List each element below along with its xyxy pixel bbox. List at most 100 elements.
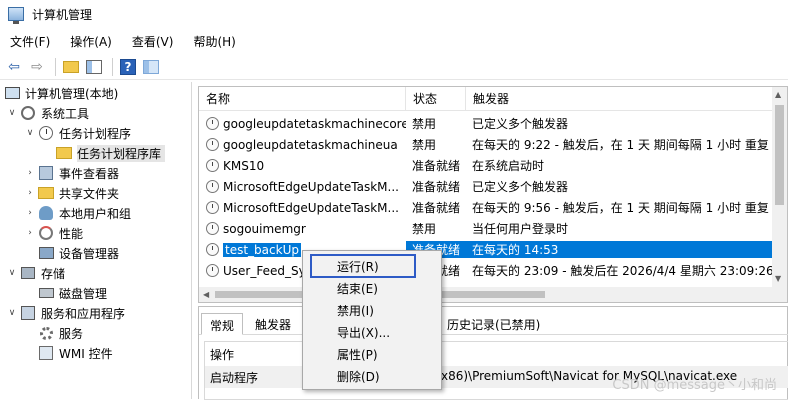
menu-action[interactable]: 操作(A) (66, 32, 116, 51)
tree-node-root[interactable]: 计算机管理(本地) (4, 83, 118, 103)
task-trigger: 在每天的 14:53 (466, 241, 774, 258)
menu-item-disable[interactable]: 禁用(I) (337, 300, 374, 320)
action-column-header: 操作 (210, 348, 235, 362)
expanded-arrow-icon[interactable]: ∨ (24, 128, 36, 138)
up-folder-button[interactable] (61, 57, 81, 77)
task-trigger: 当任何用户登录时 (472, 222, 569, 236)
task-clock-icon (206, 264, 219, 277)
event-viewer-icon (39, 166, 53, 180)
tree-label: 任务计划程序 (59, 126, 132, 141)
menu-item-run[interactable]: 运行(R) (337, 256, 379, 276)
task-clock-icon (206, 222, 219, 235)
tree-node-device-manager[interactable]: 设备管理器 (38, 243, 119, 263)
console-tree-icon (86, 59, 102, 74)
tree-node-shared-folders[interactable]: › 共享文件夹 (24, 183, 119, 203)
task-row[interactable]: MicrosoftEdgeUpdateTaskM... 准备就绪 在每天的 9:… (199, 197, 774, 218)
task-row[interactable]: googleupdatetaskmachineua 禁用 在每天的 9:22 -… (199, 134, 774, 155)
shared-folder-icon (38, 187, 54, 199)
menu-item-end[interactable]: 结束(E) (337, 278, 378, 298)
column-trigger[interactable]: 触发器 (466, 87, 774, 111)
task-status: 禁用 (412, 138, 437, 152)
expanded-arrow-icon[interactable]: ∨ (6, 308, 18, 318)
vertical-scrollbar[interactable]: ▲ ▼ (772, 87, 787, 287)
tree-label: 性能 (59, 226, 84, 241)
task-status: 准备就绪 (412, 159, 461, 173)
tree-label: 任务计划程序库 (77, 144, 166, 162)
gear-icon (39, 326, 53, 340)
tree-label: 事件查看器 (59, 166, 120, 181)
tree-node-task-scheduler[interactable]: ∨ 任务计划程序 (24, 123, 131, 143)
tree-node-performance[interactable]: › 性能 (24, 223, 83, 243)
task-row[interactable]: User_Feed_Syn 准备就绪 在每天的 23:09 - 触发后在 202… (199, 260, 774, 281)
scroll-left-arrow-icon[interactable]: ◀ (203, 290, 209, 299)
expanded-arrow-icon[interactable]: ∨ (6, 108, 18, 118)
task-trigger: 已定义多个触发器 (472, 180, 569, 194)
forward-arrow-icon[interactable]: ⇨ (27, 57, 47, 77)
task-clock-icon (206, 138, 219, 151)
column-status[interactable]: 状态 (406, 87, 466, 111)
task-row[interactable]: sogouimemgr 禁用 当任何用户登录时 (199, 218, 774, 239)
task-row[interactable]: KMS10 准备就绪 在系统启动时 (199, 155, 774, 176)
menu-item-export[interactable]: 导出(X)... (337, 322, 390, 342)
tree-node-local-users[interactable]: › 本地用户和组 (24, 203, 131, 223)
tree-node-system-tools[interactable]: ∨ 系统工具 (6, 103, 89, 123)
tree-node-wmi[interactable]: WMI 控件 (38, 343, 113, 363)
tree-label: 设备管理器 (59, 246, 120, 261)
context-menu: 运行(R) 结束(E) 禁用(I) 导出(X)... 属性(P) 删除(D) (302, 250, 442, 390)
detail-tabs: 常规 触发器 操作 条件 设置 历史记录(已禁用) (199, 307, 788, 335)
task-status: 禁用 (412, 222, 437, 236)
back-arrow-icon[interactable]: ⇦ (4, 57, 24, 77)
menu-bar: 文件(F) 操作(A) 查看(V) 帮助(H) (0, 30, 252, 52)
tree-node-disk-management[interactable]: 磁盘管理 (38, 283, 107, 303)
scroll-up-arrow-icon[interactable]: ▲ (775, 90, 781, 99)
task-row[interactable]: googleupdatetaskmachinecore 禁用 已定义多个触发器 (199, 113, 774, 134)
action-pane-button[interactable] (141, 57, 161, 77)
tree-label: WMI 控件 (59, 346, 113, 361)
tree-node-services-apps[interactable]: ∨ 服务和应用程序 (6, 303, 125, 323)
menu-item-properties[interactable]: 属性(P) (337, 344, 378, 364)
tools-icon (21, 106, 35, 120)
task-row[interactable]: MicrosoftEdgeUpdateTaskM... 准备就绪 已定义多个触发… (199, 176, 774, 197)
task-name: User_Feed_Syn (223, 263, 314, 278)
tree-node-storage[interactable]: ∨ 存储 (6, 263, 65, 283)
expanded-arrow-icon[interactable]: ∨ (6, 268, 18, 278)
action-pane-icon (143, 59, 159, 74)
collapsed-arrow-icon[interactable]: › (24, 168, 36, 178)
folder-clock-icon (56, 147, 72, 159)
task-clock-icon (206, 180, 219, 193)
column-name[interactable]: 名称 (199, 87, 406, 111)
task-name: sogouimemgr (223, 221, 306, 236)
menu-help[interactable]: 帮助(H) (189, 32, 239, 51)
tree-label: 系统工具 (41, 106, 90, 121)
task-clock-icon (206, 243, 219, 256)
menu-item-delete[interactable]: 删除(D) (337, 366, 380, 386)
tree-label: 本地用户和组 (59, 206, 132, 221)
menu-view[interactable]: 查看(V) (128, 32, 178, 51)
tree-node-event-viewer[interactable]: › 事件查看器 (24, 163, 119, 183)
title-bar: 计算机管理 (0, 0, 788, 28)
collapsed-arrow-icon[interactable]: › (24, 228, 36, 238)
tab-triggers[interactable]: 触发器 (247, 313, 299, 335)
task-status: 禁用 (412, 117, 437, 131)
computer-management-icon (8, 7, 24, 24)
collapsed-arrow-icon[interactable]: › (24, 188, 36, 198)
scroll-down-arrow-icon[interactable]: ▼ (775, 274, 781, 283)
show-hide-tree-button[interactable] (84, 57, 104, 77)
task-trigger: 在每天的 23:09 - 触发后在 2026/4/4 星期六 23:09:26 (472, 264, 774, 278)
task-row-selected[interactable]: test_backUp 准备就绪 在每天的 14:53 (199, 239, 774, 260)
tree-node-task-library[interactable]: 任务计划程序库 (56, 143, 166, 163)
collapsed-arrow-icon[interactable]: › (24, 208, 36, 218)
action-type: 启动程序 (210, 371, 259, 385)
tree-label: 共享文件夹 (59, 186, 120, 201)
task-trigger: 在系统启动时 (472, 159, 545, 173)
task-trigger: 在每天的 9:22 - 触发后，在 1 天 期间每隔 1 小时 重复 (472, 138, 769, 152)
menu-file[interactable]: 文件(F) (6, 32, 54, 51)
scroll-thumb[interactable] (775, 105, 784, 205)
task-name: MicrosoftEdgeUpdateTaskM... (223, 200, 399, 215)
tab-general[interactable]: 常规 (201, 313, 244, 335)
toolbar-separator (112, 57, 113, 76)
tree-node-services[interactable]: 服务 (38, 323, 83, 343)
help-button[interactable]: ? (118, 57, 138, 77)
tab-history[interactable]: 历史记录(已禁用) (439, 313, 548, 335)
horizontal-scrollbar[interactable]: ◀ (199, 287, 787, 302)
